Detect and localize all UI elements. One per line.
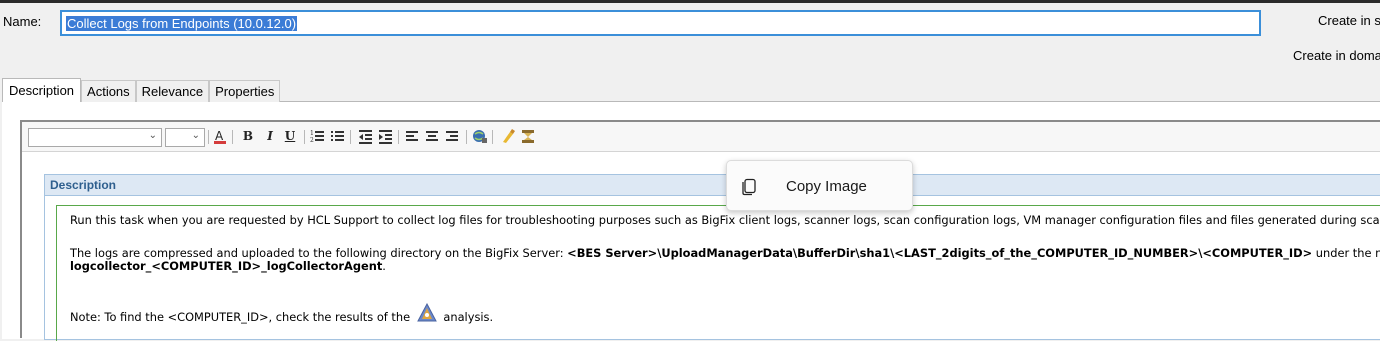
name-label: Name: (3, 14, 42, 29)
toolbar-divider (466, 130, 467, 144)
numbered-list-icon[interactable]: 12 (310, 128, 326, 145)
name-selected-text: Collect Logs from Endpoints (10.0.12.0) (66, 16, 298, 31)
paragraph-text: analysis. (439, 310, 494, 324)
description-paragraph-3: Note: To find the <COMPUTER_ID>, check t… (70, 303, 493, 324)
toolbar-divider (398, 130, 399, 144)
bold-icon[interactable]: B (240, 128, 256, 145)
align-left-icon[interactable] (404, 128, 420, 145)
paragraph-text: Note: To find the <COMPUTER_ID>, check t… (70, 310, 414, 324)
highlight-icon[interactable] (500, 128, 516, 145)
svg-text:2: 2 (310, 137, 314, 144)
bulleted-list-icon[interactable] (330, 128, 346, 145)
indent-icon[interactable] (378, 128, 394, 145)
create-in-site-label[interactable]: Create in s (1318, 13, 1380, 28)
rich-text-editor: ⌄ ⌄ A B I U 12 Description Run this task… (20, 120, 1380, 341)
tab-description[interactable]: Description (2, 78, 82, 102)
insert-link-icon[interactable] (472, 128, 488, 145)
tab-actions[interactable]: Actions (81, 80, 136, 102)
outdent-icon[interactable] (358, 128, 374, 145)
toolbar-divider (492, 130, 493, 144)
italic-icon[interactable]: I (262, 128, 278, 145)
editor-toolbar: ⌄ ⌄ A B I U 12 (22, 122, 1380, 152)
copy-image-menu-item[interactable]: Copy Image (786, 178, 867, 195)
insert-image-icon[interactable] (520, 128, 536, 145)
svg-text:1: 1 (310, 130, 314, 137)
tab-bar: Description Actions Relevance Properties (2, 78, 281, 102)
tab-relevance[interactable]: Relevance (135, 80, 210, 102)
paragraph-text: . (382, 259, 386, 273)
paragraph-text: under the name (1315, 246, 1380, 260)
context-menu: Copy Image (726, 160, 913, 211)
copy-icon (742, 178, 756, 196)
svg-text:A: A (215, 129, 224, 143)
align-right-icon[interactable] (444, 128, 460, 145)
toolbar-divider (208, 130, 209, 144)
description-paragraph-1: Run this task when you are requested by … (70, 213, 1380, 227)
description-paragraph-2: The logs are compressed and uploaded to … (70, 247, 1380, 273)
toolbar-divider (232, 130, 233, 144)
font-color-icon[interactable]: A (212, 128, 228, 145)
description-panel: Description Run this task when you are r… (44, 174, 1380, 341)
chevron-down-icon: ⌄ (191, 130, 200, 141)
description-header: Description (45, 175, 1380, 196)
paragraph-text: The logs are compressed and uploaded to … (70, 246, 568, 260)
analysis-icon (416, 303, 437, 322)
name-input[interactable]: Collect Logs from Endpoints (10.0.12.0) (60, 10, 1261, 36)
description-body[interactable]: Run this task when you are requested by … (56, 205, 1380, 341)
log-file-name-text: logcollector_<COMPUTER_ID>_logCollectorA… (70, 259, 383, 273)
upload-path-text: <BES Server>\UploadManagerData\BufferDir… (567, 246, 1313, 260)
font-size-select[interactable]: ⌄ (165, 128, 205, 147)
toolbar-divider (304, 130, 305, 144)
font-family-select[interactable]: ⌄ (28, 128, 162, 147)
underline-icon[interactable]: U (282, 128, 298, 145)
create-in-domain-label[interactable]: Create in doma (1293, 48, 1380, 63)
toolbar-divider (350, 130, 351, 144)
tab-properties[interactable]: Properties (209, 80, 281, 102)
align-center-icon[interactable] (424, 128, 440, 145)
window-top-strip (0, 0, 1380, 3)
chevron-down-icon: ⌄ (148, 130, 157, 141)
